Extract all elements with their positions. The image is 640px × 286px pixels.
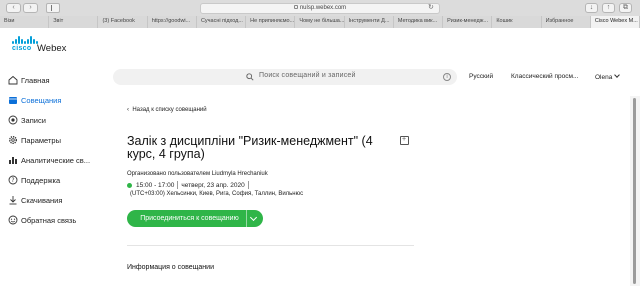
forward-arrow-icon[interactable]: › bbox=[23, 3, 38, 13]
browser-chrome: ‹ › nulsp.webex.com ↻ ↓ ↑ ⧉ Візи Звіт (3) … bbox=[0, 0, 640, 28]
sidebar-item[interactable]: Параметры bbox=[0, 130, 107, 150]
browser-tab[interactable]: Інструменти Д... bbox=[344, 16, 394, 28]
meeting-info-heading: Информация о совещании bbox=[127, 264, 214, 271]
search-input[interactable]: Поиск совещаний и записей i bbox=[113, 69, 457, 85]
download-icon[interactable]: ↓ bbox=[585, 3, 598, 13]
svg-text:?: ? bbox=[11, 177, 14, 184]
sidebar-item[interactable]: Записи bbox=[0, 110, 107, 130]
tabs-overview-icon[interactable]: ⧉ bbox=[619, 3, 632, 13]
meeting-details: ‹ Назад к списку совещаний Залік з дисци… bbox=[107, 96, 630, 286]
gear-icon bbox=[9, 136, 17, 144]
join-meeting-button[interactable]: Присоединиться к совещанию bbox=[127, 210, 263, 227]
sidebar-item-label: Главная bbox=[21, 75, 50, 85]
top-bar: Поиск совещаний и записей i Русский Клас… bbox=[107, 29, 640, 96]
sidebar: cisco Webex Главная Совещания Записи Параме… bbox=[0, 29, 107, 286]
webex-wordmark: Webex bbox=[37, 43, 67, 54]
divider bbox=[177, 181, 179, 189]
sidebar-item[interactable]: Аналитические св... bbox=[0, 150, 107, 170]
sidebar-nav: Главная Совещания Записи Параметры Аналитиче… bbox=[0, 70, 107, 230]
add-to-calendar-icon[interactable] bbox=[400, 136, 409, 145]
cisco-bars-icon bbox=[12, 36, 40, 44]
sidebar-item-label: Обратная связь bbox=[21, 215, 77, 225]
share-icon[interactable]: ↑ bbox=[602, 3, 615, 13]
address-bar[interactable]: nulsp.webex.com bbox=[200, 3, 440, 14]
language-selector[interactable]: Русский bbox=[469, 73, 493, 80]
sidebar-item[interactable]: ? Поддержка bbox=[0, 170, 107, 190]
sidebar-item-label: Совещания bbox=[21, 95, 62, 105]
browser-tab[interactable]: Чому не більша... bbox=[295, 16, 345, 28]
chevron-down-icon[interactable] bbox=[247, 210, 263, 227]
browser-tab[interactable]: Избранное bbox=[541, 16, 591, 28]
user-menu[interactable]: Olena bbox=[595, 72, 621, 81]
browser-nav: ‹ › bbox=[6, 3, 38, 13]
section-divider bbox=[127, 245, 414, 246]
browser-tab[interactable]: Методика вик... bbox=[393, 16, 444, 28]
status-dot-icon bbox=[127, 182, 132, 188]
analytics-icon bbox=[9, 157, 17, 164]
calendar-icon bbox=[9, 97, 17, 104]
sidebar-item[interactable]: Обратная связь bbox=[0, 210, 107, 230]
search-placeholder: Поиск совещаний и записей bbox=[259, 72, 356, 79]
browser-actions: ↓ ↑ ⧉ bbox=[585, 3, 632, 13]
meeting-time-row: 15:00 - 17:00 четверг, 23 апр. 2020 bbox=[127, 181, 252, 189]
user-name: Olena bbox=[595, 74, 613, 81]
meeting-date: четверг, 23 апр. 2020 bbox=[181, 181, 245, 189]
meeting-time: 15:00 - 17:00 bbox=[136, 181, 175, 189]
back-link-label: Назад к списку совещаний bbox=[132, 107, 207, 113]
divider bbox=[247, 181, 249, 189]
sidebar-item-label: Записи bbox=[21, 115, 46, 125]
sidebar-item[interactable]: Скачивания bbox=[0, 190, 107, 210]
lock-icon bbox=[293, 5, 298, 9]
join-meeting-label: Присоединиться к совещанию bbox=[127, 210, 247, 227]
browser-tab[interactable]: https://goodwi... bbox=[147, 16, 197, 28]
browser-tab[interactable]: (3) Facebook bbox=[98, 16, 148, 28]
meeting-organizer: Организовано пользователем Liudmyla Hrec… bbox=[127, 171, 268, 177]
scrollbar[interactable] bbox=[630, 96, 640, 286]
tab-bar: Візи Звіт (3) Facebook https://goodwi... Суч… bbox=[0, 16, 640, 28]
view-mode-selector[interactable]: Классический просм... bbox=[511, 73, 578, 80]
browser-tab[interactable]: Кошик bbox=[492, 16, 542, 28]
browser-tab[interactable]: Ризик-менедж... bbox=[443, 16, 493, 28]
sidebar-item[interactable]: Главная bbox=[0, 70, 107, 90]
sidebar-item-label: Аналитические св... bbox=[21, 155, 91, 165]
record-icon bbox=[8, 115, 18, 125]
back-to-meetings-link[interactable]: ‹ Назад к списку совещаний bbox=[127, 107, 207, 113]
sidebar-item-label: Параметры bbox=[21, 135, 61, 145]
sidebar-item-label: Скачивания bbox=[21, 195, 63, 205]
url-text: nulsp.webex.com bbox=[299, 5, 347, 11]
cisco-webex-logo[interactable]: cisco Webex bbox=[12, 36, 102, 56]
info-icon[interactable]: i bbox=[443, 73, 451, 81]
chevron-down-icon bbox=[614, 72, 621, 78]
sidebar-item-label: Поддержка bbox=[21, 175, 61, 185]
help-icon: ? bbox=[8, 175, 18, 185]
reload-icon[interactable]: ↻ bbox=[428, 3, 434, 11]
sidebar-toggle-icon[interactable] bbox=[46, 3, 60, 13]
browser-tab[interactable]: Звіт bbox=[49, 16, 99, 28]
download-icon bbox=[9, 196, 17, 205]
search-icon bbox=[246, 73, 254, 81]
feedback-icon bbox=[8, 215, 18, 225]
back-arrow-icon[interactable]: ‹ bbox=[6, 3, 21, 13]
browser-tab[interactable]: Cisco Webex M... bbox=[590, 16, 640, 28]
meeting-title: Залік з дисципліни "Ризик-менеджмент" (4… bbox=[127, 134, 373, 161]
browser-tab[interactable]: Сучасні підход... bbox=[196, 16, 247, 28]
cisco-wordmark: cisco bbox=[12, 45, 32, 52]
scrollbar-thumb[interactable] bbox=[633, 98, 636, 284]
browser-tab[interactable]: Не припиняємо... bbox=[246, 16, 296, 28]
browser-tab[interactable]: Візи bbox=[0, 16, 50, 28]
home-icon bbox=[8, 75, 18, 85]
sidebar-item[interactable]: Совещания bbox=[0, 90, 107, 110]
meeting-timezone: (UTC+03:00) Хельсинки, Киев, Рига, София… bbox=[130, 191, 304, 197]
